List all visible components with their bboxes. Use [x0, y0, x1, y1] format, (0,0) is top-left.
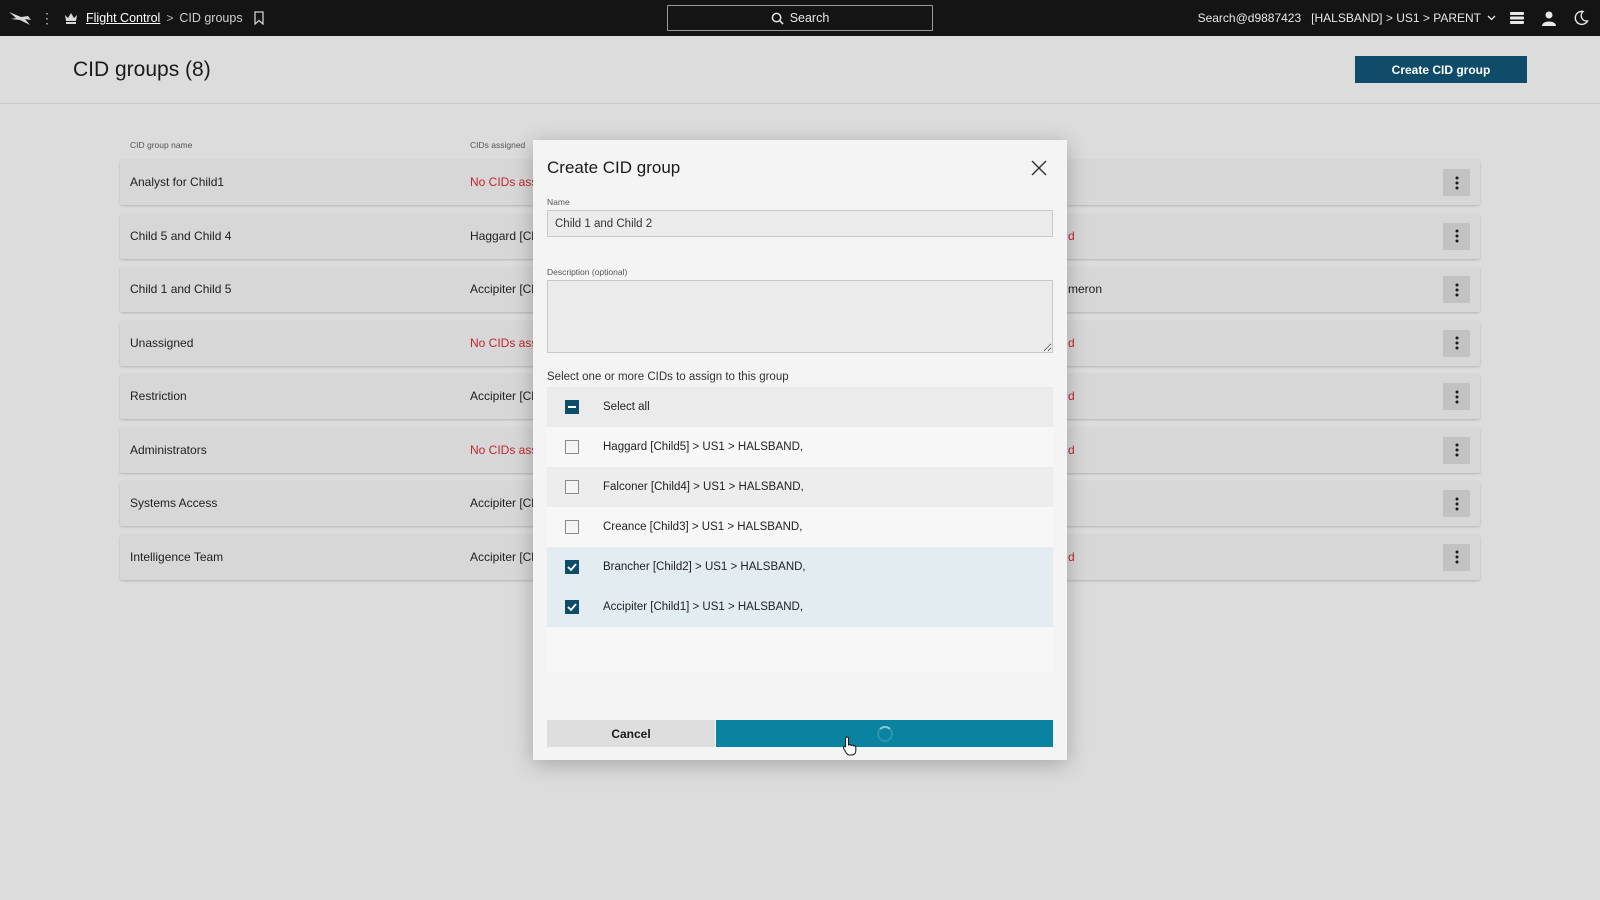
- cid-checkbox[interactable]: [565, 440, 579, 454]
- cids-assigned-cell: Accipiter [Cl: [470, 496, 534, 510]
- cid-checkbox[interactable]: [565, 560, 579, 574]
- user-account-text: Search@d9887423: [1197, 11, 1302, 25]
- top-navigation-bar: ⋮ Flight Control > CID groups Search Sea…: [0, 0, 1600, 36]
- stack-icon[interactable]: [1506, 7, 1528, 29]
- row-actions-button[interactable]: [1443, 436, 1470, 464]
- cid-option-label: Accipiter [Child1] > US1 > HALSBAND,: [603, 601, 804, 613]
- search-icon: [771, 12, 784, 25]
- kebab-icon: [1455, 390, 1458, 403]
- select-all-checkbox[interactable]: [565, 400, 579, 414]
- members-cell: d: [1068, 549, 1075, 564]
- crown-icon[interactable]: [62, 9, 80, 27]
- row-actions-button[interactable]: [1443, 276, 1470, 303]
- members-cell: d: [1068, 442, 1075, 457]
- group-name-cell: Unassigned: [130, 335, 194, 350]
- kebab-icon: [1455, 443, 1458, 457]
- create-cid-group-dialog: Create CID group Name Description (optio…: [533, 140, 1067, 760]
- group-name-cell: Intelligence Team: [130, 549, 224, 564]
- kebab-icon: [1455, 229, 1458, 243]
- kebab-icon: [1455, 176, 1458, 189]
- group-name-cell: Administrators: [130, 442, 207, 457]
- close-dialog-button[interactable]: [1027, 156, 1051, 180]
- kebab-icon: [1455, 283, 1458, 296]
- checkmark-icon: [567, 563, 577, 571]
- name-field-label: Name: [547, 197, 570, 207]
- column-header-assigned: CIDs assigned: [470, 140, 526, 150]
- moon-icon[interactable]: [1570, 7, 1592, 29]
- loading-spinner-icon: [876, 725, 893, 742]
- create-cid-group-button[interactable]: Create CID group: [1355, 56, 1527, 83]
- menu-dots-icon[interactable]: ⋮: [38, 10, 56, 27]
- cid-option[interactable]: Brancher [Child2] > US1 > HALSBAND,: [547, 547, 1053, 587]
- breadcrumb-separator: >: [166, 11, 174, 25]
- members-cell: d: [1068, 335, 1075, 350]
- group-name-cell: Analyst for Child1: [130, 175, 225, 189]
- cid-checkbox[interactable]: [565, 480, 579, 494]
- row-actions-button[interactable]: [1443, 222, 1470, 250]
- group-name-cell: Restriction: [130, 389, 187, 403]
- cancel-button[interactable]: Cancel: [547, 720, 715, 747]
- cid-option[interactable]: Accipiter [Child1] > US1 > HALSBAND,: [547, 587, 1053, 627]
- search-label: Search: [789, 11, 830, 25]
- cid-option[interactable]: Falconer [Child4] > US1 > HALSBAND,: [547, 467, 1053, 507]
- cids-assigned-cell: No CIDs assi: [470, 442, 534, 457]
- create-submit-button[interactable]: [716, 720, 1053, 747]
- kebab-icon: [1455, 336, 1458, 350]
- checkmark-icon: [567, 603, 577, 611]
- members-cell: meron: [1068, 282, 1103, 296]
- cids-assigned-cell: Accipiter [Cl: [470, 282, 534, 296]
- select-all-label: Select all: [603, 401, 650, 413]
- select-all-row[interactable]: Select all: [547, 387, 1053, 427]
- falcon-logo-icon[interactable]: [8, 9, 32, 27]
- close-icon: [1031, 160, 1047, 176]
- cid-option[interactable]: Haggard [Child5] > US1 > HALSBAND,: [547, 427, 1053, 467]
- dialog-title: Create CID group: [547, 158, 681, 177]
- breadcrumb-current: CID groups: [179, 11, 243, 25]
- cids-assigned-cell: Accipiter [Cl: [470, 389, 534, 403]
- hand-cursor-icon: [842, 736, 857, 756]
- members-cell: d: [1068, 389, 1075, 403]
- cids-assigned-cell: Accipiter [Cl: [470, 549, 534, 564]
- description-field-label: Description (optional): [547, 267, 628, 277]
- row-actions-button[interactable]: [1443, 490, 1470, 517]
- cid-option-label: Falconer [Child4] > US1 > HALSBAND,: [603, 481, 804, 493]
- description-field[interactable]: [547, 280, 1053, 353]
- topbar-left: ⋮ Flight Control > CID groups: [0, 9, 265, 27]
- kebab-icon: [1455, 497, 1458, 510]
- cid-option-label: Haggard [Child5] > US1 > HALSBAND,: [603, 441, 804, 453]
- cids-assigned-cell: No CIDs assi: [470, 335, 534, 350]
- group-name-cell: Systems Access: [130, 496, 218, 510]
- page-title: CID groups (8): [73, 58, 211, 81]
- cid-checkbox-list[interactable]: Select all Haggard [Child5] > US1 > HALS…: [547, 387, 1053, 672]
- cid-option-label: Brancher [Child2] > US1 > HALSBAND,: [603, 561, 806, 573]
- cid-select-instructions: Select one or more CIDs to assign to thi…: [547, 371, 789, 383]
- topbar-right: Search@d9887423 [HALSBAND] > US1 > PAREN…: [1198, 0, 1600, 36]
- column-header-name: CID group name: [130, 140, 193, 150]
- members-cell: d: [1068, 228, 1075, 243]
- cid-checkbox[interactable]: [565, 600, 579, 614]
- page-header: CID groups (8) Create CID group: [0, 36, 1600, 104]
- kebab-icon: [1455, 550, 1458, 564]
- breadcrumb-flight-control[interactable]: Flight Control: [86, 11, 160, 25]
- bookmark-icon[interactable]: [253, 11, 265, 25]
- group-name-cell: Child 5 and Child 4: [130, 228, 232, 243]
- global-search-button[interactable]: Search: [667, 5, 933, 31]
- row-actions-button[interactable]: [1443, 543, 1470, 571]
- group-name-cell: Child 1 and Child 5: [130, 282, 232, 296]
- row-actions-button[interactable]: [1443, 169, 1470, 196]
- environment-label: [HALSBAND] > US1 > PARENT: [1311, 11, 1481, 25]
- row-actions-button[interactable]: [1443, 383, 1470, 410]
- chevron-down-icon: [1487, 15, 1496, 21]
- cid-option-label: Creance [Child3] > US1 > HALSBAND,: [603, 521, 803, 533]
- name-field[interactable]: [547, 210, 1053, 237]
- cids-assigned-cell: Haggard [Ch: [470, 228, 534, 243]
- cids-assigned-cell: No CIDs assi: [470, 175, 534, 189]
- cid-option[interactable]: Creance [Child3] > US1 > HALSBAND,: [547, 507, 1053, 547]
- cid-checkbox[interactable]: [565, 520, 579, 534]
- row-actions-button[interactable]: [1443, 329, 1470, 357]
- environment-selector[interactable]: [HALSBAND] > US1 > PARENT: [1311, 11, 1496, 25]
- user-icon[interactable]: [1538, 7, 1560, 29]
